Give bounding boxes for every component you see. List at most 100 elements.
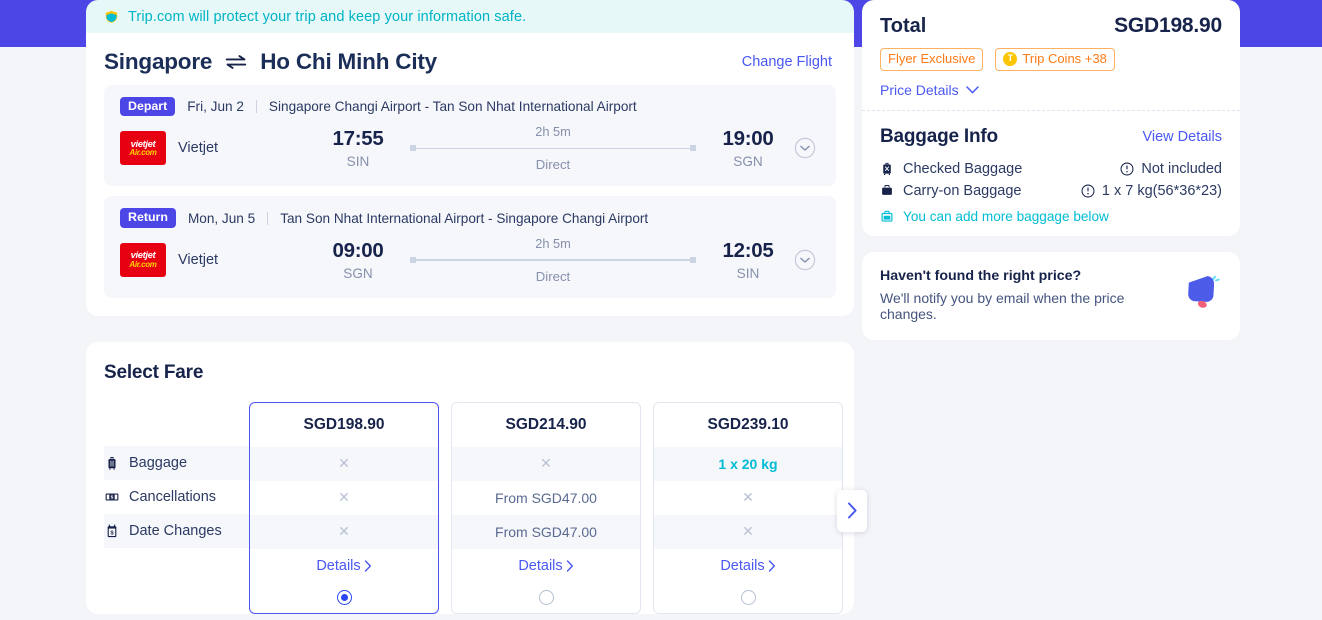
baggage-row-value: Not included [1141, 161, 1222, 178]
change-flight-link[interactable]: Change Flight [742, 54, 832, 70]
row-label-text: Baggage [129, 454, 188, 471]
arrival-airport-code: SGN [733, 154, 763, 170]
duration-line [410, 147, 696, 150]
fare-cell-date-changes: ✕ [250, 514, 438, 549]
shield-check-icon [105, 10, 118, 23]
page-root: Trip.com will protect your trip and keep… [0, 0, 1322, 620]
leg-body: vietjet Air.com Vietjet 09:00 SGN 2h 5m [104, 234, 836, 298]
duration-dot-end [690, 145, 696, 152]
baggage-view-details-link[interactable]: View Details [1142, 129, 1222, 145]
fare-row-label-cancellations: $ Cancellations [104, 480, 249, 514]
fare-radio-wrap[interactable] [654, 583, 842, 613]
duration-dot-start [410, 256, 416, 263]
fare-option-2[interactable]: SGD214.90 ✕ From SGD47.00 From SGD47.00 … [451, 401, 641, 614]
suitcase-icon [108, 456, 116, 470]
airline-name: Vietjet [178, 251, 219, 268]
departure-time-block: 09:00 SGN [312, 239, 404, 281]
departure-time: 09:00 [332, 238, 384, 262]
total-row: Total SGD198.90 [880, 14, 1222, 38]
bell-icon [1188, 276, 1220, 309]
fare-option-3[interactable]: SGD239.10 1 x 20 kg ✕ ✕ Details [653, 401, 843, 614]
duration-block: 2h 5m Direct [404, 124, 702, 172]
vietjet-logo-icon: vietjet Air.com [120, 131, 166, 166]
leg-airports: Singapore Changi Airport - Tan Son Nhat … [268, 99, 637, 115]
departure-time: 17:55 [332, 127, 384, 151]
divider [267, 211, 269, 225]
departure-airport-code: SGN [343, 265, 373, 281]
cross-icon: ✕ [338, 489, 350, 506]
airline-block: vietjet Air.com Vietjet [120, 131, 312, 166]
flight-legs: Depart Fri, Jun 2 Singapore Changi Airpo… [104, 85, 836, 298]
departure-time-block: 17:55 SIN [312, 127, 404, 169]
duration-dot-end [690, 256, 696, 263]
fare-details-link[interactable]: Details [452, 549, 640, 583]
add-baggage-note[interactable]: You can add more baggage below [880, 202, 1222, 224]
price-details-toggle[interactable]: Price Details [880, 82, 1222, 98]
duration-line [410, 259, 696, 261]
chevron-right-icon [566, 560, 573, 572]
add-baggage-icon [881, 210, 893, 222]
chevron-down-circle-icon[interactable] [794, 137, 816, 159]
left-column: Trip.com will protect your trip and keep… [86, 0, 867, 614]
duration-bar [410, 144, 696, 152]
info-icon[interactable] [1120, 162, 1134, 176]
baggage-row-label: Carry-on Baggage [903, 183, 1022, 200]
baggage-row-right: 1 x 7 kg(56*36*23) [1081, 183, 1222, 199]
right-column: Total SGD198.90 Flyer Exclusive T Trip C… [862, 0, 1240, 341]
leg-tag: Depart [120, 97, 176, 117]
flight-leg-depart: Depart Fri, Jun 2 Singapore Changi Airpo… [104, 85, 836, 187]
fare-radio[interactable] [740, 590, 756, 606]
cross-icon: ✕ [742, 489, 754, 506]
fare-radio-wrap[interactable] [250, 583, 438, 613]
fare-cell-baggage: ✕ [452, 446, 640, 481]
cross-icon: ✕ [742, 523, 754, 540]
baggage-row-checked: Checked Baggage Not included [880, 158, 1222, 180]
chevron-right-icon [364, 560, 371, 572]
baggage-row-carryon: Carry-on Baggage 1 x 7 kg(56*36*23) [880, 180, 1222, 202]
logo-line-2: Air.com [129, 259, 157, 269]
price-summary-card: Total SGD198.90 Flyer Exclusive T Trip C… [862, 0, 1240, 237]
fare-cell-cancellations: ✕ [250, 481, 438, 515]
trip-coin-icon: T [1003, 52, 1018, 67]
leg-date: Mon, Jun 5 [187, 210, 256, 226]
fare-details-link[interactable]: Details [250, 549, 438, 583]
ticket-money-icon: $ [105, 493, 119, 500]
flyer-exclusive-badge: Flyer Exclusive [880, 48, 984, 72]
fare-cell-cancellations: From SGD47.00 [495, 489, 597, 506]
svg-text:$: $ [111, 494, 114, 500]
airline-block: vietjet Air.com Vietjet [120, 242, 312, 277]
fare-details-label: Details [518, 557, 563, 574]
fare-row-label-date-changes: $ Date Changes [104, 513, 249, 548]
fare-price: SGD198.90 [303, 415, 385, 433]
arrival-time: 19:00 [722, 127, 774, 151]
arrival-airport-code: SIN [736, 265, 760, 281]
leg-header: Return Mon, Jun 5 Tan Son Nhat Internati… [104, 196, 836, 233]
fare-cell-date-changes: ✕ [654, 514, 842, 549]
leg-airports: Tan Son Nhat International Airport - Sin… [280, 210, 649, 226]
info-icon[interactable] [1081, 184, 1095, 198]
select-fare-title: Select Fare [104, 361, 204, 383]
fare-option-1[interactable]: SGD198.90 ✕ ✕ ✕ Details [249, 401, 439, 614]
chevron-down-circle-icon[interactable] [794, 249, 816, 271]
destination-city: Ho Chi Minh City [260, 49, 437, 74]
baggage-row-right: Not included [1120, 161, 1222, 177]
price-alert-card[interactable]: Haven't found the right price? We'll not… [862, 252, 1240, 341]
fare-cell-cancellations: ✕ [654, 481, 842, 515]
divider [255, 100, 257, 114]
leg-tag: Return [120, 208, 176, 228]
fare-details-label: Details [316, 557, 361, 574]
baggage-info-header: Baggage Info View Details [880, 111, 1222, 158]
promo-badges: Flyer Exclusive T Trip Coins +38 [880, 48, 1222, 72]
fare-radio-wrap[interactable] [452, 583, 640, 613]
fare-cell-baggage: ✕ [250, 446, 438, 481]
fare-radio-selected[interactable] [336, 590, 352, 606]
fare-price: SGD214.90 [505, 415, 587, 433]
vietjet-logo-icon: vietjet Air.com [120, 242, 166, 277]
fare-details-link[interactable]: Details [654, 549, 842, 583]
flight-leg-return: Return Mon, Jun 5 Tan Son Nhat Internati… [104, 196, 836, 298]
airline-name: Vietjet [178, 140, 219, 157]
fare-radio[interactable] [538, 590, 554, 606]
price-alert-title: Haven't found the right price? [880, 268, 1082, 285]
fare-carousel-next-button[interactable] [837, 489, 867, 532]
duration-block: 2h 5m Direct [404, 236, 702, 284]
